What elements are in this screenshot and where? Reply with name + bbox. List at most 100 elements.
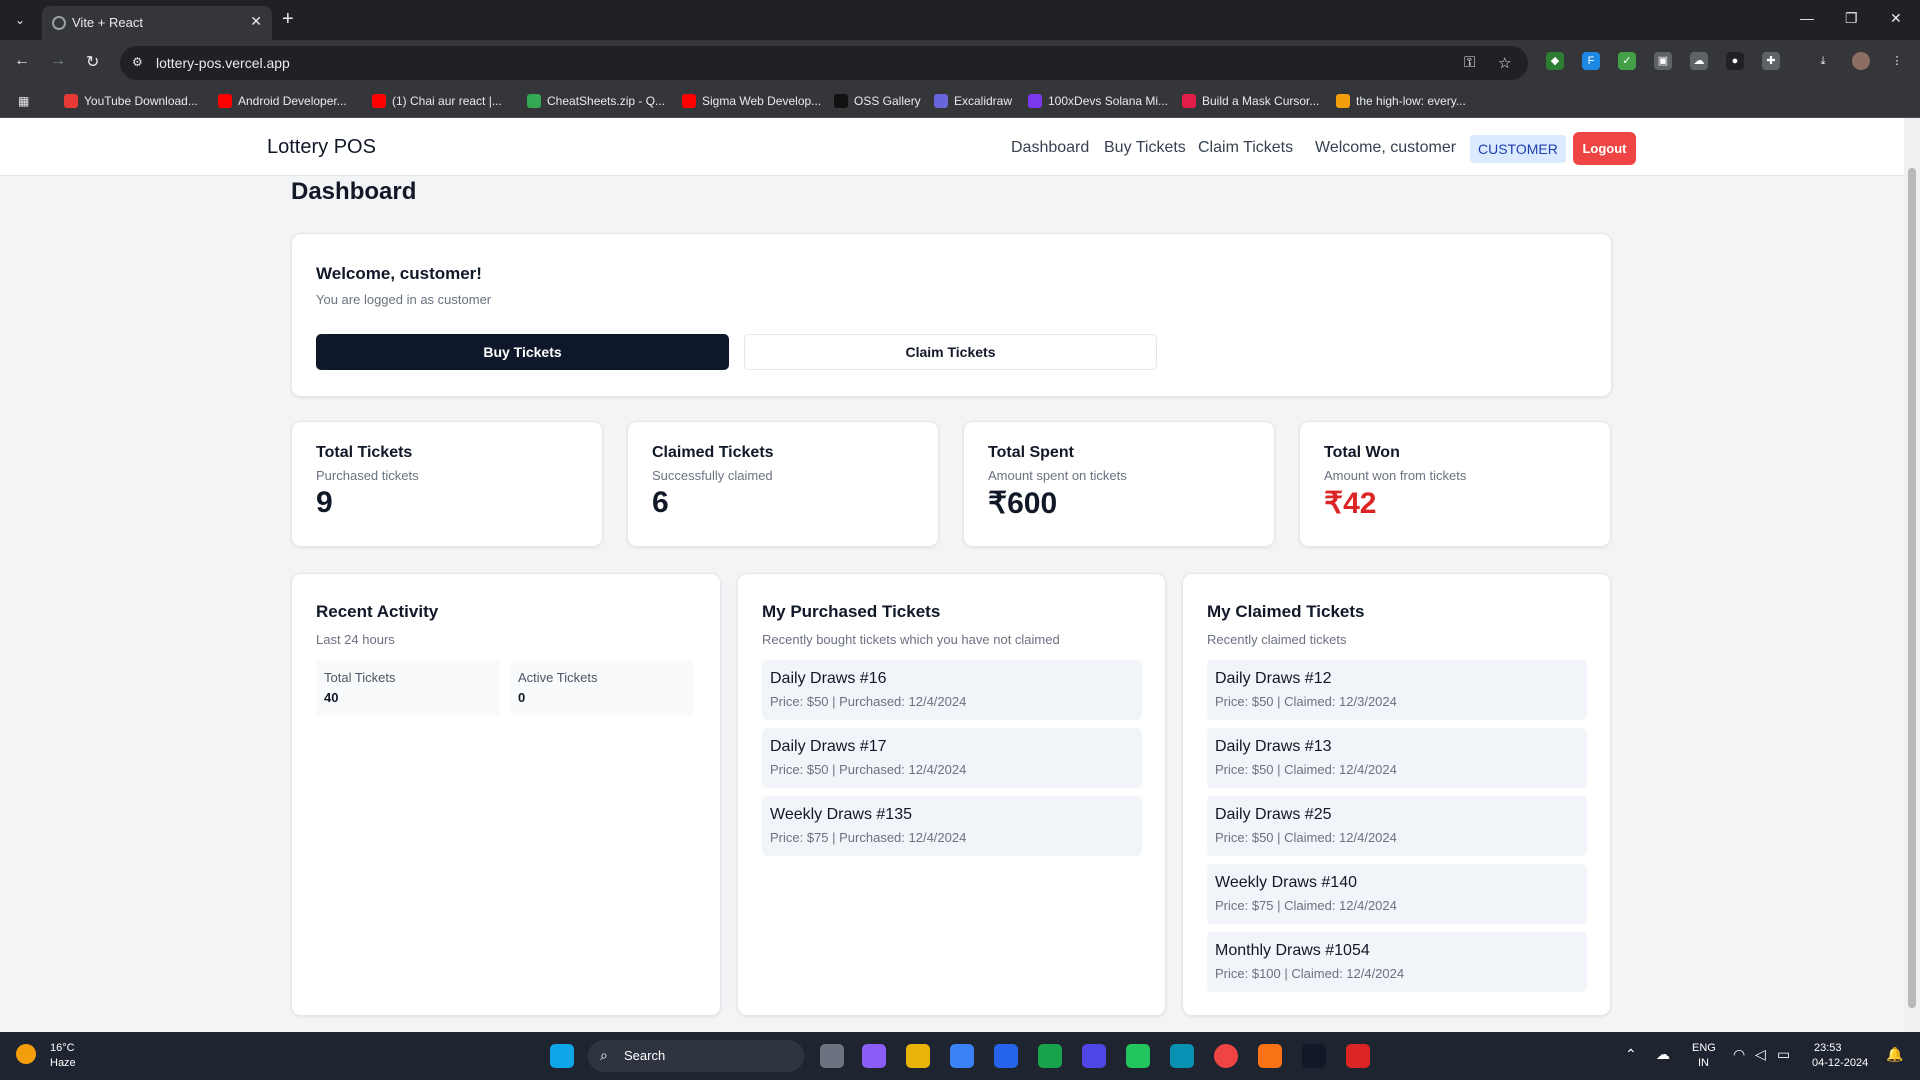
window-close-button[interactable]: ✕ xyxy=(1890,10,1902,27)
bookmark-item[interactable]: the high-low: every... xyxy=(1336,94,1466,108)
stat-title: Total Tickets xyxy=(316,444,413,461)
store-icon[interactable] xyxy=(950,1044,974,1068)
claimed-ticket-item[interactable]: Weekly Draws #140 Price: $75 | Claimed: … xyxy=(1207,864,1587,924)
forward-arrow-icon[interactable]: → xyxy=(50,52,66,70)
browser-menu-icon[interactable]: ⋮ xyxy=(1888,52,1906,70)
onedrive-cloud-icon[interactable]: ☁ xyxy=(1656,1046,1670,1063)
extension-color-icon[interactable]: ◆ xyxy=(1546,52,1564,70)
back-arrow-icon[interactable]: ← xyxy=(14,52,30,70)
stat-card-claimed-tickets: Claimed Tickets Successfully claimed 6 xyxy=(627,421,939,547)
purchased-ticket-item[interactable]: Weekly Draws #135 Price: $75 | Purchased… xyxy=(762,796,1142,856)
app-icon[interactable] xyxy=(1082,1044,1106,1068)
bookmark-favicon xyxy=(218,94,232,108)
brand-logo-text[interactable]: Lottery POS xyxy=(267,136,376,159)
nav-buy-tickets[interactable]: Buy Tickets xyxy=(1104,139,1186,157)
stat-card-total-won: Total Won Amount won from tickets ₹42 xyxy=(1299,421,1611,547)
buy-tickets-button[interactable]: Buy Tickets xyxy=(316,334,729,370)
claimed-ticket-item[interactable]: Daily Draws #25 Price: $50 | Claimed: 12… xyxy=(1207,796,1587,856)
minimize-button[interactable]: — xyxy=(1800,10,1814,26)
extension-github-icon[interactable]: ● xyxy=(1726,52,1744,70)
new-tab-button[interactable]: + xyxy=(282,8,294,31)
bookmark-item[interactable]: 100xDevs Solana Mi... xyxy=(1028,94,1168,108)
activity-stat-value: 0 xyxy=(518,690,526,705)
stat-subtitle: Purchased tickets xyxy=(316,468,419,483)
weather-temp[interactable]: 16°C xyxy=(50,1042,75,1054)
welcome-card: Welcome, customer! You are logged in as … xyxy=(291,233,1612,397)
weather-desc[interactable]: Haze xyxy=(50,1057,76,1069)
reload-icon[interactable]: ↻ xyxy=(86,52,99,72)
tab-close-icon[interactable]: ✕ xyxy=(250,13,262,30)
stat-subtitle: Successfully claimed xyxy=(652,468,773,483)
clock-time[interactable]: 23:53 xyxy=(1814,1042,1842,1054)
extension-f-icon[interactable]: F xyxy=(1582,52,1600,70)
edge-dev-icon[interactable] xyxy=(1126,1044,1150,1068)
ticket-info: Price: $100 | Claimed: 12/4/2024 xyxy=(1215,966,1405,981)
chrome-icon[interactable] xyxy=(1214,1044,1238,1068)
task-view-icon[interactable] xyxy=(820,1044,844,1068)
activity-stat-label: Total Tickets xyxy=(324,670,396,685)
nav-dashboard[interactable]: Dashboard xyxy=(1011,139,1089,157)
snipping-tool-icon[interactable] xyxy=(1346,1044,1370,1068)
bookmark-item[interactable]: Android Developer... xyxy=(218,94,347,108)
edge-icon[interactable] xyxy=(1170,1044,1194,1068)
claimed-ticket-item[interactable]: Daily Draws #12 Price: $50 | Claimed: 12… xyxy=(1207,660,1587,720)
bookmark-favicon xyxy=(1182,94,1196,108)
notification-bell-icon[interactable]: 🔔 xyxy=(1886,1046,1903,1063)
bookmark-item[interactable]: CheatSheets.zip - Q... xyxy=(527,94,665,108)
weather-icon[interactable] xyxy=(16,1044,36,1064)
bookmark-item[interactable]: Build a Mask Cursor... xyxy=(1182,94,1319,108)
page-title: Dashboard xyxy=(291,178,417,205)
address-bar[interactable]: ⚙ lottery-pos.vercel.app ⚿ ☆ xyxy=(120,46,1528,80)
bookmark-favicon xyxy=(1028,94,1042,108)
bookmark-item[interactable]: YouTube Download... xyxy=(64,94,198,108)
scrollbar-thumb[interactable] xyxy=(1908,168,1916,1008)
bookmark-item[interactable]: OSS Gallery xyxy=(834,94,921,108)
welcome-subtitle: You are logged in as customer xyxy=(316,292,492,307)
extension-shield-icon[interactable]: ✓ xyxy=(1618,52,1636,70)
volume-icon[interactable]: ◁ xyxy=(1755,1046,1766,1063)
brave-icon[interactable] xyxy=(1258,1044,1282,1068)
bookmark-item[interactable]: (1) Chai aur react |... xyxy=(372,94,502,108)
extension-cloud-icon[interactable]: ☁ xyxy=(1690,52,1708,70)
xbox-icon[interactable] xyxy=(1038,1044,1062,1068)
apps-grid-icon[interactable]: ▦ xyxy=(18,94,29,108)
logout-button[interactable]: Logout xyxy=(1573,132,1636,165)
extension-window-icon[interactable]: ▣ xyxy=(1654,52,1672,70)
mail-icon[interactable] xyxy=(994,1044,1018,1068)
terminal-icon[interactable] xyxy=(1302,1044,1326,1068)
battery-icon[interactable]: ▭ xyxy=(1777,1046,1790,1063)
purchased-ticket-item[interactable]: Daily Draws #16 Price: $50 | Purchased: … xyxy=(762,660,1142,720)
claimed-ticket-item[interactable]: Monthly Draws #1054 Price: $100 | Claime… xyxy=(1207,932,1587,992)
clock-date[interactable]: 04-12-2024 xyxy=(1812,1057,1868,1069)
tray-chevron-icon[interactable]: ⌃ xyxy=(1625,1046,1637,1063)
ticket-info: Price: $50 | Claimed: 12/3/2024 xyxy=(1215,694,1397,709)
wifi-icon[interactable]: ◠ xyxy=(1733,1046,1745,1063)
purchased-ticket-item[interactable]: Daily Draws #17 Price: $50 | Purchased: … xyxy=(762,728,1142,788)
extensions-puzzle-icon[interactable]: ✚ xyxy=(1762,52,1780,70)
page-scrollbar[interactable] xyxy=(1904,118,1920,1032)
url-text[interactable]: lottery-pos.vercel.app xyxy=(156,55,290,71)
nav-claim-tickets[interactable]: Claim Tickets xyxy=(1198,139,1293,157)
tab-search-button[interactable]: ⌄ xyxy=(8,10,32,30)
browser-tab-bar: ⌄ Vite + React ✕ + — ❐ ✕ xyxy=(0,0,1920,40)
profile-avatar[interactable] xyxy=(1852,52,1870,70)
claim-tickets-button[interactable]: Claim Tickets xyxy=(744,334,1157,370)
ticket-info: Price: $50 | Purchased: 12/4/2024 xyxy=(770,694,967,709)
bookmark-item[interactable]: Sigma Web Develop... xyxy=(682,94,821,108)
download-icon[interactable]: ⤓ xyxy=(1814,52,1832,70)
taskbar-search[interactable]: ⌕ Search xyxy=(588,1040,804,1072)
restore-button[interactable]: ❐ xyxy=(1845,10,1858,27)
site-info-icon[interactable]: ⚙ xyxy=(132,55,143,69)
purchased-title: My Purchased Tickets xyxy=(762,602,941,621)
role-badge: CUSTOMER xyxy=(1470,135,1566,163)
password-key-icon[interactable]: ⚿ xyxy=(1464,54,1475,71)
language-region[interactable]: IN xyxy=(1698,1057,1709,1069)
file-explorer-icon[interactable] xyxy=(906,1044,930,1068)
bookmark-item[interactable]: Excalidraw xyxy=(934,94,1012,108)
copilot-icon[interactable] xyxy=(862,1044,886,1068)
claimed-ticket-item[interactable]: Daily Draws #13 Price: $50 | Claimed: 12… xyxy=(1207,728,1587,788)
browser-tab[interactable]: Vite + React ✕ xyxy=(42,6,272,40)
windows-start-icon[interactable] xyxy=(550,1044,574,1068)
language-indicator[interactable]: ENG xyxy=(1692,1042,1716,1054)
bookmark-star-icon[interactable]: ☆ xyxy=(1498,54,1511,72)
